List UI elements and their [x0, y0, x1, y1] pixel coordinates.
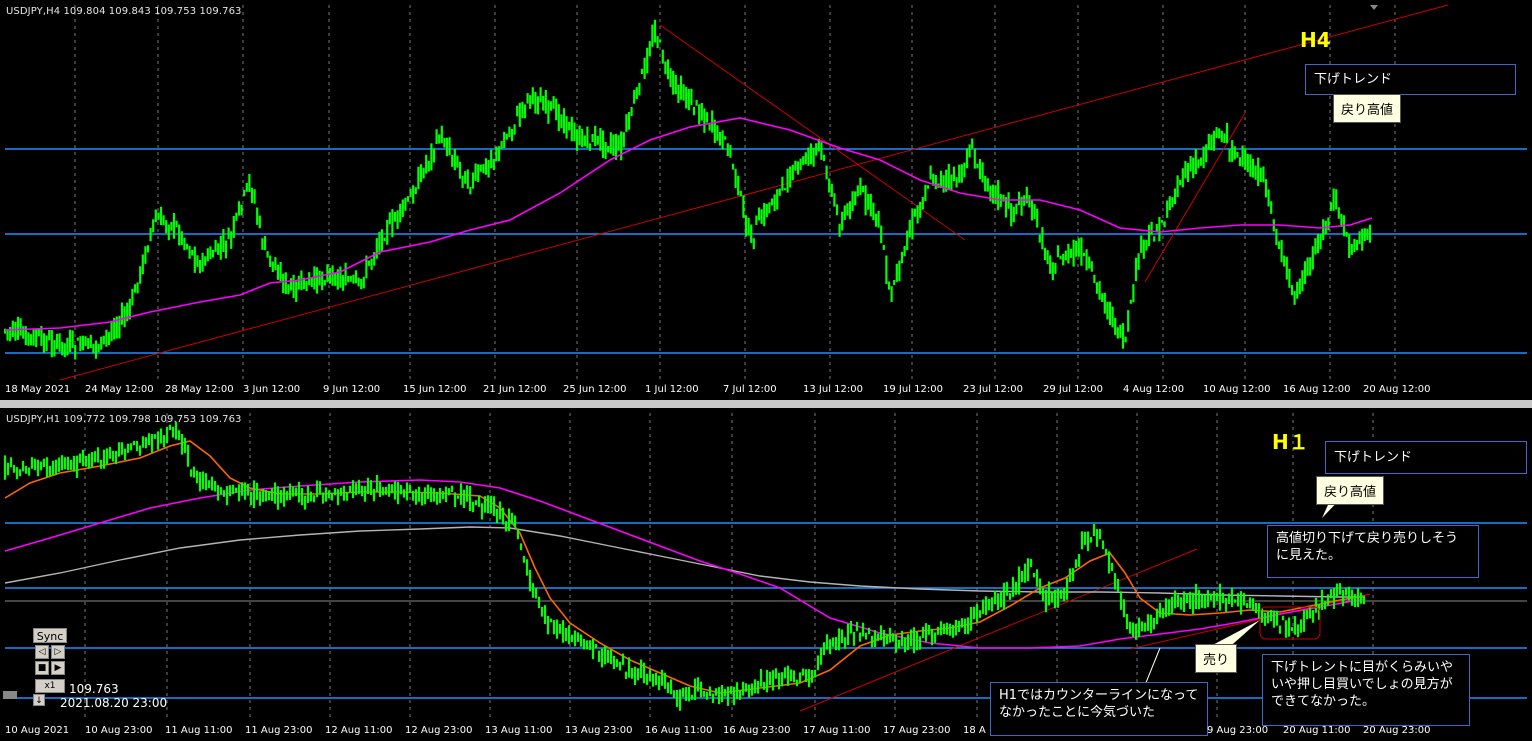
h4-candles: [3, 19, 1372, 360]
h1-time-label: 17 Aug 23:00: [883, 725, 951, 736]
h4-time-axis: 18 May 2021 24 May 12:00 28 May 12:00 3 …: [0, 382, 1532, 398]
down-arrow-icon[interactable]: ↓: [33, 694, 45, 706]
scroll-marker-icon[interactable]: [1370, 5, 1378, 10]
h1-chart-pane[interactable]: USDJPY,H1 109.772 109.798 109.753 109.76…: [0, 408, 1532, 741]
h1-time-label: 12 Aug 23:00: [405, 725, 473, 736]
h4-time-label: 13 Jul 12:00: [803, 384, 863, 395]
h4-time-label: 16 Aug 12:00: [1283, 384, 1351, 395]
h1-time-label: 12 Aug 11:00: [325, 725, 393, 736]
stop-icon[interactable]: ■: [35, 661, 49, 675]
h4-grid: [74, 5, 1396, 380]
h1-time-label: 11 Aug 11:00: [165, 725, 233, 736]
cursor-price: 109.763: [69, 682, 119, 696]
h1-buy-dip-note[interactable]: 下げトレントに目がくらみいやいや押し目買いでしょの見方ができてなかった。: [1262, 654, 1470, 726]
step-forward-icon[interactable]: ▷: [51, 645, 65, 659]
speed-button[interactable]: x1: [35, 679, 65, 693]
h1-time-label: 18 A: [963, 725, 986, 736]
sync-control[interactable]: Sync ◁ ▷ ■ ▶ x1 ↓: [33, 628, 67, 706]
h1-time-label: 16 Aug 11:00: [645, 725, 713, 736]
h4-time-label: 20 Aug 12:00: [1363, 384, 1431, 395]
h1-grid: [84, 413, 1374, 720]
h4-trend-box[interactable]: 下げトレンド: [1305, 64, 1516, 95]
h1-time-label: 10 Aug 23:00: [85, 725, 153, 736]
sync-label[interactable]: Sync: [33, 628, 67, 643]
h4-timeframe-label: H4: [1300, 28, 1331, 52]
h4-time-label: 4 Aug 12:00: [1123, 384, 1185, 395]
h4-time-label: 15 Jun 12:00: [403, 384, 467, 395]
h1-scroll-handle[interactable]: [3, 691, 17, 699]
h1-orange-moving-average: [4, 440, 1366, 694]
h1-time-label: 17 Aug 11:00: [803, 725, 871, 736]
h1-timeframe-label: H１: [1272, 430, 1309, 454]
pane-splitter[interactable]: [0, 400, 1532, 408]
h4-time-label: 29 Jul 12:00: [1043, 384, 1103, 395]
h1-sell-callout[interactable]: 売り: [1195, 644, 1238, 673]
h4-time-label: 23 Jul 12:00: [963, 384, 1023, 395]
h4-time-label: 7 Jul 12:00: [723, 384, 777, 395]
h1-time-axis: 10 Aug 2021 10 Aug 23:00 11 Aug 11:00 11…: [0, 723, 1532, 739]
play-icon[interactable]: ▶: [51, 661, 65, 675]
h4-time-label: 19 Jul 12:00: [883, 384, 943, 395]
h4-time-label: 10 Aug 12:00: [1203, 384, 1271, 395]
h4-time-label: 21 Jun 12:00: [483, 384, 547, 395]
h4-time-label: 9 Jun 12:00: [323, 384, 381, 395]
h1-sell-view-note[interactable]: 高値切り下げて戻り売りしそうに見えた。: [1267, 525, 1479, 578]
h1-time-label: 9 Aug 23:00: [1207, 725, 1269, 736]
h1-time-label: 20 Aug 11:00: [1283, 725, 1351, 736]
h1-pullback-high-callout[interactable]: 戻り高値: [1316, 476, 1385, 505]
h1-gray-moving-average: [4, 526, 1365, 598]
h1-candles: [3, 421, 1366, 711]
h4-trendlines[interactable]: [59, 4, 1449, 381]
h4-symbol-header: USDJPY,H4 109.804 109.843 109.753 109.76…: [6, 6, 242, 17]
h4-time-label: 1 Jul 12:00: [645, 384, 699, 395]
h1-time-label: 10 Aug 2021: [5, 725, 70, 736]
h1-time-label: 11 Aug 23:00: [245, 725, 313, 736]
h4-time-label: 18 May 2021: [5, 384, 71, 395]
h4-time-label: 25 Jun 12:00: [563, 384, 627, 395]
h1-time-label: 13 Aug 11:00: [485, 725, 553, 736]
h1-time-label: 16 Aug 23:00: [723, 725, 791, 736]
cursor-datetime: 2021.08.20 23:00: [60, 696, 168, 710]
h4-chart-pane[interactable]: USDJPY,H4 109.804 109.843 109.753 109.76…: [0, 0, 1532, 400]
h1-time-label: 13 Aug 23:00: [565, 725, 633, 736]
h4-time-label: 24 May 12:00: [85, 384, 154, 395]
h4-time-label: 3 Jun 12:00: [243, 384, 301, 395]
h1-symbol-header: USDJPY,H1 109.772 109.798 109.753 109.76…: [6, 414, 242, 425]
h1-time-label: 20 Aug 23:00: [1363, 725, 1431, 736]
step-back-icon[interactable]: ◁: [35, 645, 49, 659]
h4-time-label: 28 May 12:00: [165, 384, 234, 395]
h4-chart-canvas[interactable]: [0, 0, 1532, 400]
h4-pullback-high-callout[interactable]: 戻り高値: [1333, 94, 1402, 123]
h1-trend-box[interactable]: 下げトレンド: [1325, 441, 1527, 474]
h4-horizontal-levels[interactable]: [5, 148, 1527, 354]
